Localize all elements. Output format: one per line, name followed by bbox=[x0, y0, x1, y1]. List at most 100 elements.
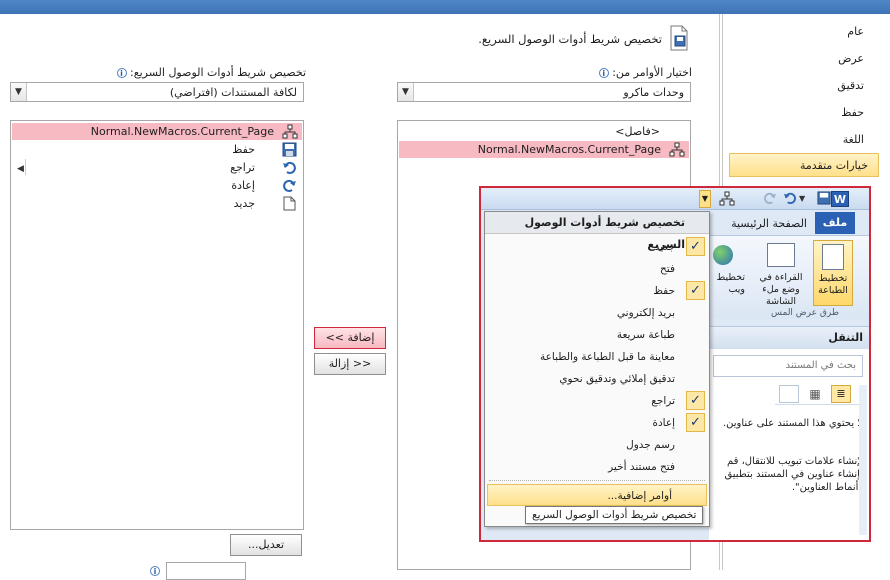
navigation-pane-title: التنقل bbox=[709, 327, 869, 349]
modify-button[interactable]: تعديل... bbox=[230, 534, 302, 556]
print-layout-icon bbox=[822, 244, 844, 270]
menu-item-label: فتح bbox=[660, 263, 675, 275]
list-item-label: Normal.NewMacros.Current_Page bbox=[477, 143, 661, 156]
tab-file[interactable]: ملف bbox=[815, 212, 855, 234]
category-save[interactable]: حفظ bbox=[841, 106, 864, 119]
tab-home[interactable]: الصفحة الرئيسية bbox=[711, 214, 811, 234]
choose-commands-label-text: اختيار الأوامر من: bbox=[612, 66, 692, 79]
undo-icon[interactable] bbox=[783, 191, 799, 207]
menu-item-email[interactable]: بريد إلكتروني bbox=[485, 302, 709, 324]
list-item-label: حفظ bbox=[232, 143, 255, 156]
menu-item-label: فتح مستند أخير bbox=[608, 461, 675, 473]
page-title: تخصيص شريط أدوات الوصول السريع. bbox=[478, 32, 662, 46]
web-layout-button[interactable]: تخطيط ويب bbox=[711, 240, 753, 306]
tab-pages-icon[interactable]: ▦ bbox=[805, 385, 825, 403]
divider bbox=[25, 159, 26, 175]
window-title-bar bbox=[0, 0, 890, 14]
customize-qat-label-text: تخصيص شريط أدوات الوصول السريع: bbox=[130, 66, 306, 79]
menu-item-label: تدقيق إملائي وتدقيق نحوي bbox=[559, 373, 675, 385]
redo-icon[interactable] bbox=[763, 191, 779, 207]
undo-dropdown-icon[interactable]: ▼ bbox=[799, 191, 815, 207]
category-advanced[interactable]: خيارات متقدمة bbox=[729, 153, 879, 177]
web-layout-label: تخطيط ويب bbox=[716, 272, 745, 295]
check-icon: ✓ bbox=[686, 237, 705, 256]
customize-qat-value: لكافة المستندات (افتراضي) bbox=[169, 86, 297, 99]
list-item-label: إعادة bbox=[231, 179, 255, 192]
menu-item-undo[interactable]: ✓ تراجع bbox=[485, 390, 709, 412]
quick-access-toolbar: W ▼ ▼ bbox=[481, 188, 869, 210]
remove-button[interactable]: << إزالة bbox=[314, 353, 386, 375]
list-item-label: <فاصل> bbox=[615, 125, 660, 138]
quick-access-commands-list[interactable]: Normal.NewMacros.Current_Page حفظ تراجع … bbox=[10, 120, 304, 530]
quick-access-toolbar-icon bbox=[667, 24, 691, 52]
menu-item-new[interactable]: ✓ جديد bbox=[485, 236, 709, 258]
menu-item-quick-print[interactable]: طباعة سريعة bbox=[485, 324, 709, 346]
menu-item-label: حفظ bbox=[653, 285, 675, 297]
menu-item-spelling-grammar[interactable]: تدقيق إملائي وتدقيق نحوي bbox=[485, 368, 709, 390]
word-window-preview: W ▼ ▼ ملف الصفحة الرئيسية تخطيط الطباعة … bbox=[479, 186, 871, 542]
full-screen-reading-label: القراءة في وضع ملء الشاشة bbox=[759, 272, 803, 307]
menu-item-save[interactable]: ✓ حفظ bbox=[485, 280, 709, 302]
word-logo-icon: W bbox=[831, 191, 849, 207]
full-screen-reading-button[interactable]: القراءة في وضع ملء الشاشة bbox=[755, 240, 807, 307]
reset-dropdown[interactable] bbox=[166, 562, 246, 580]
chevron-down-icon[interactable]: ▼ bbox=[398, 83, 414, 101]
add-button[interactable]: إضافة >> bbox=[314, 327, 386, 349]
list-item-label: تراجع bbox=[230, 161, 255, 174]
navigation-no-headings-text: لا يحتوي هذا المستند على عناوين. bbox=[722, 418, 863, 429]
menu-item-open[interactable]: فتح bbox=[485, 258, 709, 280]
menu-item-print-preview[interactable]: معاينة ما قبل الطباعة والطباعة bbox=[485, 346, 709, 368]
menu-item-label: بريد إلكتروني bbox=[616, 307, 675, 319]
navigation-scrollbar[interactable] bbox=[859, 385, 867, 535]
macro-icon bbox=[669, 142, 685, 162]
ribbon-group-label: طرق عرض المس bbox=[771, 308, 839, 318]
globe-icon bbox=[713, 245, 733, 265]
caret-left-icon[interactable]: ◀ bbox=[17, 164, 24, 174]
menu-item-label: إعادة bbox=[652, 417, 675, 429]
chevron-down-icon[interactable]: ▼ bbox=[11, 83, 27, 101]
list-item-label: جديد bbox=[233, 197, 255, 210]
customize-qat-menu-title: تخصيص شريط أدوات الوصول السريع bbox=[485, 212, 709, 251]
tab-headings-icon[interactable]: ≣ bbox=[831, 385, 851, 403]
menu-item-open-recent[interactable]: فتح مستند أخير bbox=[485, 456, 709, 478]
navigation-view-tabs: ▦ ≣ bbox=[775, 383, 863, 405]
menu-item-more-commands[interactable]: أوامر إضافية... bbox=[487, 484, 707, 506]
list-item[interactable]: إعادة bbox=[11, 177, 301, 194]
full-screen-reading-icon bbox=[767, 243, 795, 267]
print-layout-button[interactable]: تخطيط الطباعة bbox=[813, 240, 853, 306]
navigation-search-input[interactable]: بحث في المستند bbox=[713, 355, 863, 377]
list-item[interactable]: تراجع bbox=[11, 159, 301, 176]
list-item-label: Normal.NewMacros.Current_Page bbox=[90, 125, 274, 138]
menu-separator bbox=[489, 480, 705, 481]
info-icon[interactable]: i bbox=[598, 68, 609, 78]
menu-item-label: تراجع bbox=[651, 395, 675, 407]
customize-qat-dropdown-icon[interactable]: ▼ bbox=[699, 190, 711, 208]
print-layout-label: تخطيط الطباعة bbox=[818, 273, 848, 296]
category-proofing[interactable]: تدقيق bbox=[837, 79, 864, 92]
customize-qat-dropdown[interactable]: ▼ لكافة المستندات (افتراضي) bbox=[10, 82, 304, 102]
tooltip: تخصيص شريط أدوات الوصول السريع bbox=[525, 506, 704, 524]
save-icon[interactable] bbox=[817, 191, 833, 207]
menu-item-redo[interactable]: ✓ إعادة bbox=[485, 412, 709, 434]
menu-item-draw-table[interactable]: رسم جدول bbox=[485, 434, 709, 456]
category-general[interactable]: عام bbox=[847, 25, 864, 38]
info-icon[interactable]: i bbox=[116, 68, 127, 78]
list-item[interactable]: Normal.NewMacros.Current_Page bbox=[12, 123, 302, 140]
check-icon: ✓ bbox=[686, 391, 705, 410]
tab-results-icon[interactable] bbox=[779, 385, 799, 403]
choose-commands-value: وحدات ماكرو bbox=[623, 86, 684, 99]
choose-commands-label: اختيار الأوامر من: i bbox=[470, 66, 692, 82]
category-advanced-label: خيارات متقدمة bbox=[799, 159, 868, 172]
macro-icon[interactable] bbox=[719, 191, 735, 207]
list-item[interactable]: جديد bbox=[11, 195, 301, 212]
choose-commands-dropdown[interactable]: ▼ وحدات ماكرو bbox=[397, 82, 691, 102]
menu-item-label: طباعة سريعة bbox=[616, 329, 675, 341]
menu-item-label: أوامر إضافية... bbox=[607, 490, 672, 502]
info-icon[interactable]: i bbox=[150, 564, 162, 576]
category-display[interactable]: عرض bbox=[838, 52, 864, 65]
list-item[interactable]: Normal.NewMacros.Current_Page bbox=[399, 141, 689, 158]
list-item[interactable]: <فاصل> bbox=[398, 123, 690, 140]
new-document-icon bbox=[283, 196, 296, 216]
category-language[interactable]: اللغة bbox=[843, 133, 864, 146]
list-item[interactable]: حفظ bbox=[11, 141, 301, 158]
